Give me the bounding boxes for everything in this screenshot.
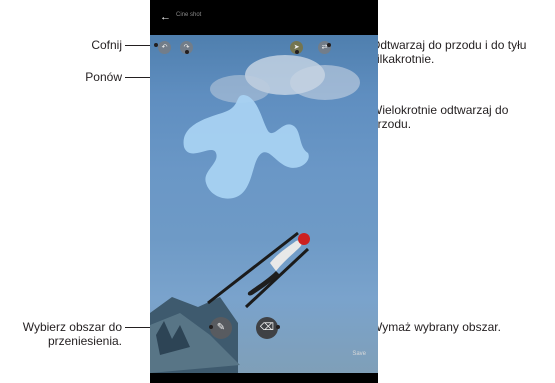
loop-annotation: Odtwarzaj do przodu i do tyłu kilkakrotn… bbox=[371, 38, 526, 66]
photo-canvas[interactable]: ↶ ↷ ➤ ⇄ ✎ ⌫ Save bbox=[150, 35, 378, 373]
select-area-line-1: Wybierz obszar do bbox=[22, 320, 122, 334]
select-area-pointer-dot bbox=[209, 325, 213, 329]
undo-pointer-dot bbox=[154, 43, 158, 47]
save-button[interactable]: Save bbox=[352, 351, 366, 357]
select-area-annotation: Wybierz obszar do przeniesienia. bbox=[23, 320, 122, 348]
phone-screen: ← Cine shot ↶ ↷ ➤ ⇄ ✎ ⌫ Save bbox=[150, 0, 378, 383]
repeat-label-line-2: przodu. bbox=[371, 117, 412, 131]
undo-annotation: Cofnij bbox=[91, 38, 122, 52]
repeat-label-line-1: Wielokrotnie odtwarzaj do bbox=[371, 103, 509, 117]
app-title: Cine shot bbox=[176, 12, 202, 18]
erase-pointer-dot bbox=[276, 325, 280, 329]
erase-area-button[interactable]: ⌫ bbox=[256, 317, 278, 339]
select-area-button[interactable]: ✎ bbox=[210, 317, 232, 339]
repeat-pointer-dot bbox=[295, 50, 299, 54]
select-area-line-2: przeniesienia. bbox=[47, 334, 122, 348]
loop-label-line-2: kilkakrotnie. bbox=[371, 52, 435, 66]
navigation-bar bbox=[150, 373, 378, 383]
loop-label-line-1: Odtwarzaj do przodu i do tyłu bbox=[371, 38, 527, 52]
erase-annotation: Wymaż wybrany obszar. bbox=[371, 320, 501, 334]
loop-pointer-dot bbox=[327, 43, 331, 47]
repeat-annotation: Wielokrotnie odtwarzaj do przodu. bbox=[371, 103, 508, 131]
app-top-bar: ← Cine shot bbox=[150, 0, 378, 35]
undo-button[interactable]: ↶ bbox=[158, 41, 171, 54]
redo-annotation: Ponów bbox=[85, 70, 122, 84]
arrow-left-icon[interactable]: ← bbox=[160, 11, 171, 23]
redo-pointer-dot bbox=[185, 50, 189, 54]
